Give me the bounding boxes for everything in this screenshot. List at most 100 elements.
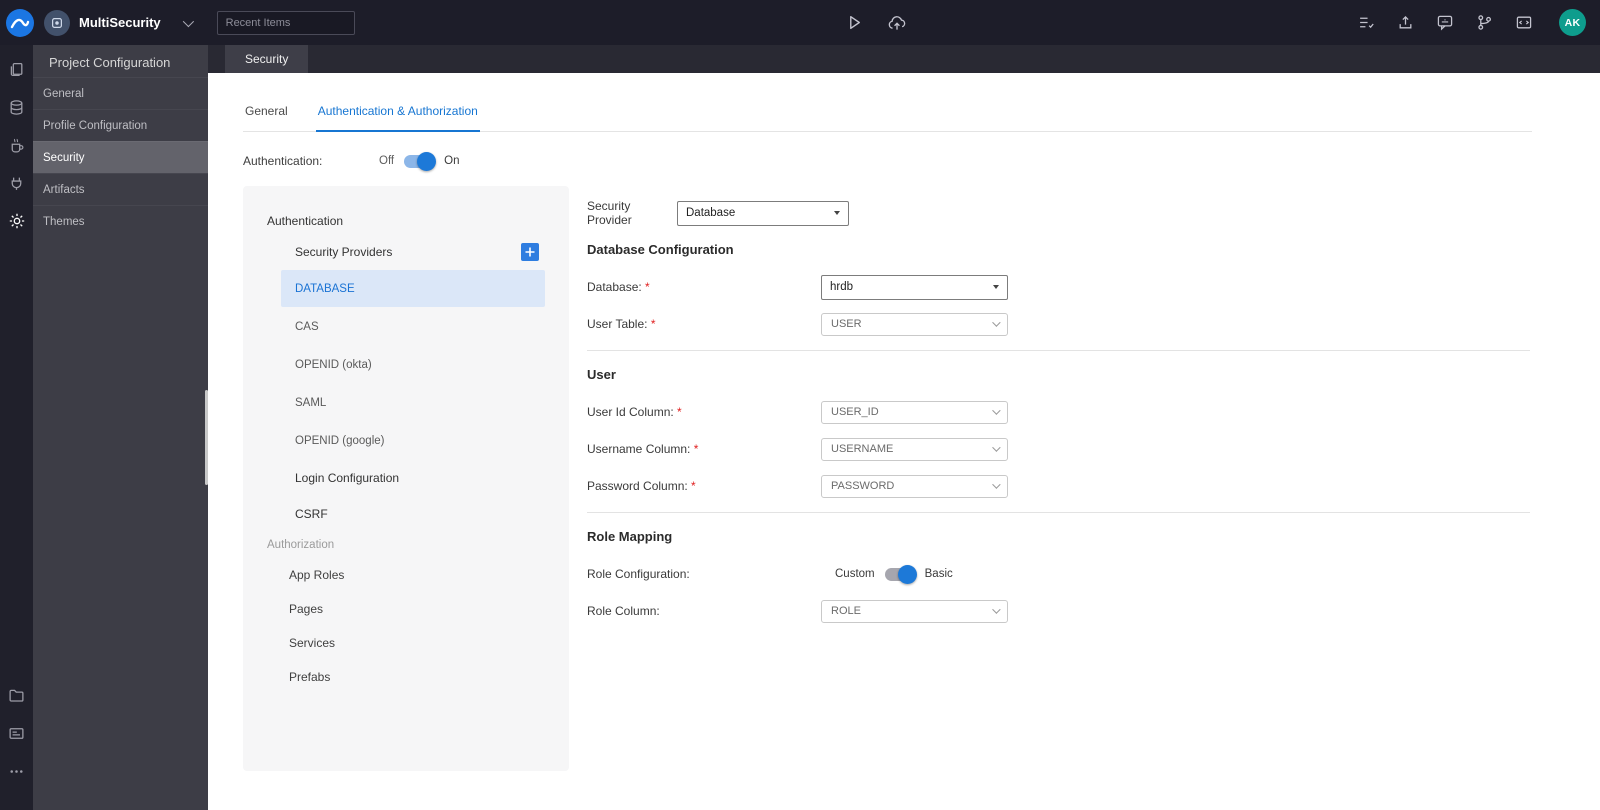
topbar-center-actions	[806, 14, 907, 32]
auth-nav-panel: Authentication Security Providers DATABASE…	[243, 186, 569, 771]
sidebar-menu: General Profile Configuration Security Arti…	[33, 77, 208, 237]
form-row-password-column: Password Column: * PASSWORD	[587, 474, 1530, 498]
folder-icon[interactable]	[0, 676, 33, 714]
sidebar-item-profile-configuration[interactable]: Profile Configuration	[33, 109, 208, 141]
nav-item-saml[interactable]: SAML	[281, 384, 545, 421]
nav-item-openid-okta[interactable]: OPENID (okta)	[281, 346, 545, 383]
chevron-down-icon	[992, 443, 1001, 452]
authentication-label: Authentication:	[243, 154, 323, 168]
form-row-user-table: User Table: * USER	[587, 312, 1530, 336]
apis-icon[interactable]	[0, 164, 33, 202]
nav-item-label: CSRF	[295, 507, 328, 521]
nav-item-label: DATABASE	[295, 282, 355, 295]
recent-items-input[interactable]	[216, 10, 355, 35]
nav-item-label: Authentication	[267, 214, 344, 228]
nav-section-authentication: Authentication	[243, 208, 569, 234]
toggle-option-custom: Custom	[835, 568, 875, 580]
export-icon[interactable]	[1397, 14, 1414, 31]
section-title-user: User	[587, 367, 616, 382]
sidebar-item-themes[interactable]: Themes	[33, 205, 208, 237]
deploy-icon[interactable]	[887, 14, 907, 32]
java-icon[interactable]	[0, 126, 33, 164]
nav-item-login-configuration[interactable]: Login Configuration	[243, 460, 569, 496]
form-row-role-configuration: Role Configuration: Custom Basic	[587, 562, 1530, 586]
user-table-select[interactable]: USER	[821, 312, 1008, 336]
nav-item-database[interactable]: DATABASE	[281, 270, 545, 307]
more-icon[interactable]	[0, 752, 33, 790]
tab-security[interactable]: Security	[225, 45, 309, 73]
select-value: USER_ID	[831, 406, 879, 418]
project-switcher[interactable]: MultiSecurity	[44, 9, 194, 36]
toggle-knob	[897, 564, 917, 584]
chevron-down-icon	[993, 285, 999, 289]
section-divider	[587, 350, 1530, 351]
field-label: User Table: *	[587, 317, 656, 331]
nav-item-label: Pages	[289, 602, 324, 616]
required-asterisk: *	[690, 442, 699, 456]
security-provider-label: Security Provider	[587, 199, 632, 227]
authentication-toggle[interactable]	[404, 151, 437, 171]
security-subtabs: General Authentication & Authorization	[243, 104, 1532, 132]
toggle-knob	[417, 151, 437, 171]
sidebar-scrollbar[interactable]	[205, 390, 208, 485]
select-value: Database	[686, 207, 736, 219]
console-icon[interactable]	[0, 714, 33, 752]
translate-icon[interactable]	[1436, 14, 1454, 31]
markup-icon[interactable]	[1515, 14, 1533, 31]
password-column-select[interactable]: PASSWORD	[821, 474, 1008, 498]
nav-item-csrf[interactable]: CSRF	[243, 496, 569, 532]
left-icon-rail	[0, 45, 33, 810]
user-id-column-select[interactable]: USER_ID	[821, 400, 1008, 424]
sidebar-item-artifacts[interactable]: Artifacts	[33, 173, 208, 205]
files-icon[interactable]	[0, 50, 33, 88]
username-column-select[interactable]: USERNAME	[821, 437, 1008, 461]
select-value: USERNAME	[831, 443, 894, 455]
database-icon[interactable]	[0, 88, 33, 126]
field-label: Role Column:	[587, 604, 660, 618]
wavemaker-logo-icon[interactable]	[5, 8, 35, 38]
security-provider-row: Security Provider Database	[587, 199, 1530, 227]
sidebar-item-security[interactable]: Security	[33, 141, 208, 173]
app-window: MultiSecurity Recent Items AK Project Co…	[0, 0, 1600, 810]
select-value: USER	[831, 318, 862, 330]
field-label: Database: *	[587, 280, 650, 294]
nav-item-cas[interactable]: CAS	[281, 308, 545, 345]
required-asterisk: *	[647, 317, 656, 331]
add-security-provider-button[interactable]	[521, 243, 539, 261]
subtab-authentication-authorization[interactable]: Authentication & Authorization	[315, 104, 480, 132]
settings-icon[interactable]	[0, 202, 33, 240]
section-divider	[587, 512, 1530, 513]
run-icon[interactable]	[846, 14, 863, 31]
field-label: Password Column: *	[587, 479, 696, 493]
security-provider-select[interactable]: Database	[677, 200, 849, 226]
role-configuration-toggle[interactable]	[884, 564, 917, 584]
field-label: Role Configuration:	[587, 567, 690, 581]
database-select[interactable]: hrdb	[821, 274, 1008, 300]
nav-item-prefabs[interactable]: Prefabs	[243, 660, 569, 694]
security-content: General Authentication & Authorization A…	[208, 104, 1600, 771]
form-row-database: Database: * hrdb	[587, 274, 1530, 300]
nav-item-services[interactable]: Services	[243, 626, 569, 660]
form-row-username-column: Username Column: * USERNAME	[587, 437, 1530, 461]
sidebar-item-general[interactable]: General	[33, 77, 208, 109]
provider-form: Security Provider Database Database Conf…	[587, 186, 1530, 771]
nav-item-openid-google[interactable]: OPENID (google)	[281, 422, 545, 459]
version-control-icon[interactable]	[1476, 14, 1493, 31]
required-asterisk: *	[687, 479, 696, 493]
nav-item-label: Security Providers	[295, 245, 393, 259]
select-value: hrdb	[830, 281, 854, 293]
nav-item-security-providers[interactable]: Security Providers	[243, 234, 569, 270]
user-avatar[interactable]: AK	[1559, 9, 1586, 36]
main-area: Security General Authentication & Author…	[208, 45, 1600, 810]
required-asterisk: *	[673, 405, 682, 419]
toggle-option-off: Off	[379, 155, 395, 167]
nav-item-pages[interactable]: Pages	[243, 592, 569, 626]
role-column-select[interactable]: ROLE	[821, 599, 1008, 623]
nav-item-app-roles[interactable]: App Roles	[243, 558, 569, 592]
topbar-right-actions: AK	[1358, 9, 1586, 36]
project-configuration-sidebar: Project Configuration General Profile Con…	[33, 45, 208, 810]
checklist-icon[interactable]	[1358, 14, 1375, 31]
subtab-general[interactable]: General	[243, 104, 290, 131]
nav-item-label: CAS	[295, 320, 319, 333]
nav-item-label: SAML	[295, 396, 327, 409]
